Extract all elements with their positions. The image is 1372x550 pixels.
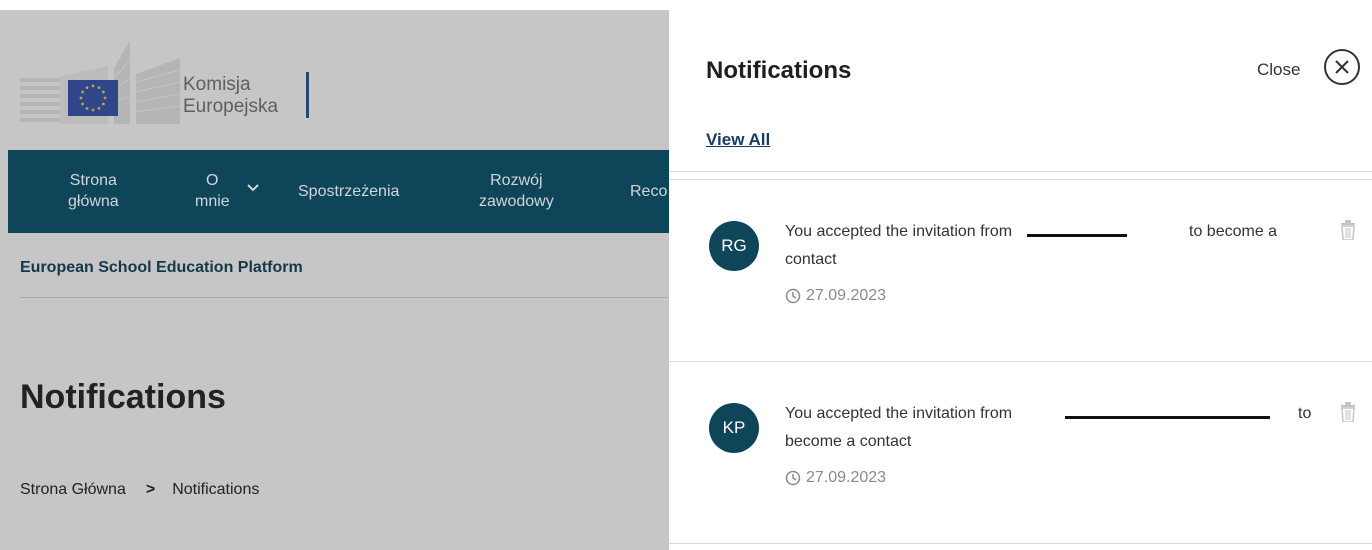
page-title: Notifications (20, 378, 226, 416)
notifications-panel: Notifications Close View All RG You acce… (669, 0, 1372, 550)
divider (669, 543, 1372, 544)
notification-text-line2: become a contact (785, 433, 912, 450)
nav-item-label: zawodowy (479, 193, 554, 210)
breadcrumb-home-link[interactable]: Strona Główna (20, 481, 126, 499)
nav-item-resources[interactable]: Reco (630, 181, 667, 202)
clock-icon (785, 288, 801, 304)
notification-text-line2: contact (785, 251, 837, 268)
clock-icon (785, 470, 801, 486)
close-label[interactable]: Close (1257, 60, 1300, 80)
divider (669, 171, 1372, 172)
date-text: 27.09.2023 (806, 469, 887, 486)
european-commission-logo[interactable] (20, 38, 188, 126)
nav-item-about[interactable]: O mnie (191, 170, 261, 212)
divider (20, 297, 669, 298)
nav-item-home[interactable]: Strona główna (68, 170, 119, 212)
close-button[interactable] (1324, 49, 1360, 85)
top-border (0, 0, 1372, 10)
date-text: 27.09.2023 (806, 287, 887, 304)
brand-name: Komisja Europejska (183, 74, 278, 118)
nav-item-label: Rozwój (490, 172, 543, 189)
nav-item-label: Strona (69, 172, 117, 189)
notification-text-end: to (1298, 405, 1312, 422)
eu-flag-icon (68, 80, 118, 116)
brand-divider (306, 72, 309, 118)
close-icon (1335, 60, 1349, 74)
avatar: RG (709, 221, 759, 271)
notification-text-end: to become a (1189, 223, 1278, 240)
notification-text-start: You accepted the invitation from (785, 405, 1013, 422)
notification-date: 27.09.2023 (785, 287, 886, 305)
brand-line-1: Komisja (183, 74, 251, 95)
nav-item-professional-development[interactable]: Rozwój zawodowy (479, 170, 554, 212)
nav-item-label: główna (68, 193, 119, 210)
avatar: KP (709, 403, 759, 453)
redacted-name (1065, 416, 1270, 419)
site-title[interactable]: European School Education Platform (20, 259, 303, 277)
breadcrumb: Strona Główna > Notifications (20, 481, 259, 499)
breadcrumb-current: Notifications (172, 481, 260, 498)
main-navigation: Strona główna O mnie Spostrzeżenia Rozwó… (8, 150, 669, 233)
panel-title: Notifications (706, 57, 852, 84)
notification-item[interactable]: RG You accepted the invitation from to b… (669, 180, 1372, 360)
chevron-down-icon (247, 184, 259, 192)
breadcrumb-chevron-icon: > (145, 481, 156, 498)
brand-line-2: Europejska (183, 96, 279, 117)
view-all-link[interactable]: View All (706, 130, 770, 150)
nav-item-insights[interactable]: Spostrzeżenia (298, 181, 399, 202)
redacted-name (1027, 234, 1127, 237)
trash-icon[interactable] (1339, 402, 1357, 422)
notification-date: 27.09.2023 (785, 469, 886, 487)
site-header: Komisja Europejska (8, 10, 669, 150)
notification-text-start: You accepted the invitation from (785, 223, 1013, 240)
notification-item[interactable]: KP You accepted the invitation from to b… (669, 362, 1372, 542)
background-page: Komisja Europejska Strona główna O mnie … (0, 0, 669, 550)
nav-item-label: mnie (195, 193, 230, 210)
trash-icon[interactable] (1339, 220, 1357, 240)
